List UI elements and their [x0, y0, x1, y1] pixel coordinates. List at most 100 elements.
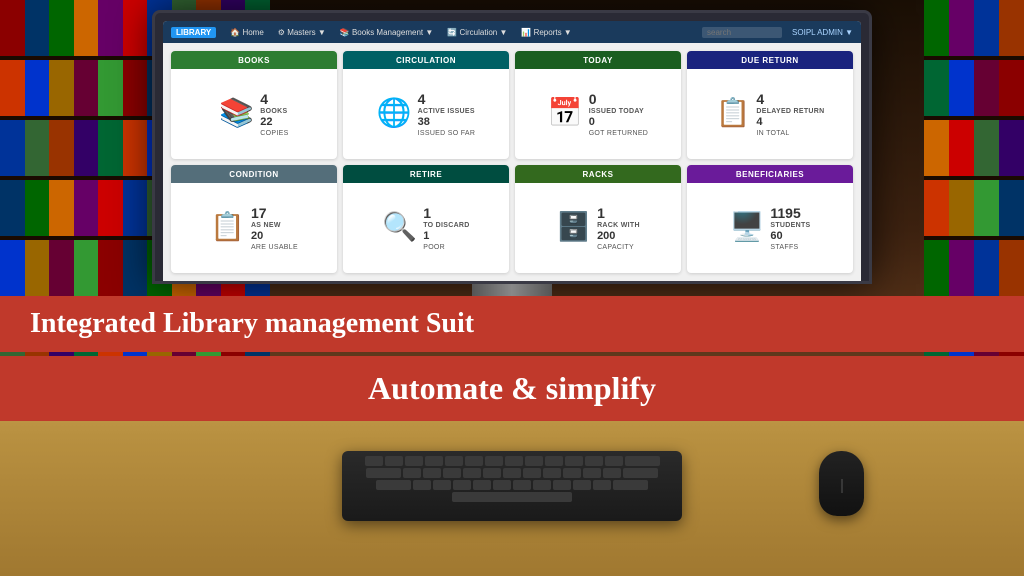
- nav-circulation[interactable]: 🔄 Circulation ▼: [441, 26, 513, 39]
- books-sub-label: COPIES: [260, 130, 288, 137]
- mouse-line: [841, 479, 842, 493]
- nav-user[interactable]: SOIPL ADMIN ▼: [792, 28, 853, 37]
- key-spacebar: [452, 492, 572, 502]
- circulation-number: 4: [418, 91, 426, 108]
- nav-home[interactable]: 🏠 Home: [224, 26, 270, 39]
- key: [473, 480, 491, 490]
- due-return-sub-label: IN TOTAL: [756, 130, 789, 137]
- key-tab: [366, 468, 401, 478]
- books-card: BOOKS 📚 4 BOOKS 22 COPIES: [171, 51, 337, 159]
- books-label: BOOKS: [260, 108, 287, 115]
- today-icon: 📅: [548, 99, 583, 127]
- beneficiaries-icon: 🖥️: [730, 213, 765, 241]
- retire-sub: 1: [423, 230, 429, 243]
- racks-icon: 🗄️: [556, 213, 591, 241]
- nav-books[interactable]: 📚 Books Management ▼: [334, 26, 439, 39]
- today-card-header: TODAY: [515, 51, 681, 69]
- beneficiaries-card-body: 🖥️ 1195 STUDENTS 60 STAFFS: [687, 183, 853, 273]
- condition-card: CONDITION 📋 17 AS NEW 20 ARE USABLE: [171, 165, 337, 273]
- beneficiaries-label: STUDENTS: [770, 222, 810, 229]
- due-return-number: 4: [756, 91, 764, 108]
- books-number: 4: [260, 91, 268, 108]
- key: [605, 456, 623, 466]
- condition-card-header: CONDITION: [171, 165, 337, 183]
- due-return-card-header: DUE RETURN: [687, 51, 853, 69]
- key: [613, 480, 648, 490]
- key: [523, 468, 541, 478]
- key: [583, 468, 601, 478]
- key: [425, 456, 443, 466]
- nav-reports[interactable]: 📊 Reports ▼: [515, 26, 577, 39]
- condition-label: AS NEW: [251, 222, 281, 229]
- racks-number: 1: [597, 205, 605, 222]
- monitor-screen: LIBRARY 🏠 Home ⚙ Masters ▼ 📚 Books Manag…: [163, 21, 861, 281]
- key: [463, 468, 481, 478]
- condition-sub: 20: [251, 230, 263, 243]
- nav-masters[interactable]: ⚙ Masters ▼: [272, 26, 332, 39]
- dashboard: BOOKS 📚 4 BOOKS 22 COPIES: [163, 43, 861, 281]
- banner-text-1: Integrated Library management Suit: [30, 308, 474, 339]
- condition-number: 17: [251, 205, 267, 222]
- key: [513, 480, 531, 490]
- today-sub-label: GOT RETURNED: [589, 130, 648, 137]
- books-card-header: BOOKS: [171, 51, 337, 69]
- banner-2: Automate & simplify: [0, 356, 1024, 421]
- key: [573, 480, 591, 490]
- books-icon: 📚: [219, 99, 254, 127]
- circulation-sub-label: ISSUED SO FAR: [418, 130, 476, 137]
- circulation-sub: 38: [418, 116, 430, 129]
- nav-logo: LIBRARY: [171, 27, 216, 38]
- key: [433, 480, 451, 490]
- racks-sub-label: CAPACITY: [597, 244, 634, 251]
- condition-icon: 📋: [210, 213, 245, 241]
- key: [543, 468, 561, 478]
- key: [553, 480, 571, 490]
- condition-sub-label: ARE USABLE: [251, 244, 298, 251]
- retire-card: RETIRE 🔍 1 TO DISCARD 1 POOR: [343, 165, 509, 273]
- key-backspace: [625, 456, 660, 466]
- due-return-card-body: 📋 4 DELAYED RETURN 4 IN TOTAL: [687, 69, 853, 159]
- key: [503, 468, 521, 478]
- key: [545, 456, 563, 466]
- key: [465, 456, 483, 466]
- due-return-icon: 📋: [716, 99, 751, 127]
- key: [493, 480, 511, 490]
- retire-sub-label: POOR: [423, 244, 445, 251]
- key: [405, 456, 423, 466]
- retire-card-body: 🔍 1 TO DISCARD 1 POOR: [343, 183, 509, 273]
- key: [485, 456, 503, 466]
- banner-text-2: Automate & simplify: [368, 370, 656, 406]
- monitor: LIBRARY 🏠 Home ⚙ Masters ▼ 📚 Books Manag…: [152, 10, 872, 316]
- due-return-card: DUE RETURN 📋 4 DELAYED RETURN 4 IN TOTAL: [687, 51, 853, 159]
- racks-card: RACKS 🗄️ 1 RACK WITH 200 CAPACITY: [515, 165, 681, 273]
- key: [403, 468, 421, 478]
- nav-bar: LIBRARY 🏠 Home ⚙ Masters ▼ 📚 Books Manag…: [163, 21, 861, 43]
- circulation-card-header: CIRCULATION: [343, 51, 509, 69]
- racks-label: RACK WITH: [597, 222, 640, 229]
- circulation-label: ACTIVE ISSUES: [418, 108, 475, 115]
- key-enter: [623, 468, 658, 478]
- retire-number: 1: [423, 205, 431, 222]
- key: [603, 468, 621, 478]
- today-sub: 0: [589, 116, 595, 129]
- key: [533, 480, 551, 490]
- racks-card-body: 🗄️ 1 RACK WITH 200 CAPACITY: [515, 183, 681, 273]
- key: [593, 480, 611, 490]
- banner-container: Integrated Library management Suit Autom…: [0, 296, 1024, 421]
- today-label: ISSUED TODAY: [589, 108, 644, 115]
- beneficiaries-number: 1195: [770, 205, 800, 222]
- key: [585, 456, 603, 466]
- key: [365, 456, 383, 466]
- key: [525, 456, 543, 466]
- today-card-body: 📅 0 ISSUED TODAY 0 GOT RETURNED: [515, 69, 681, 159]
- banner-1: Integrated Library management Suit: [0, 296, 1024, 352]
- circulation-card: CIRCULATION 🌐 4 ACTIVE ISSUES 38 ISSUED …: [343, 51, 509, 159]
- beneficiaries-sub-label: STAFFS: [770, 244, 798, 251]
- beneficiaries-card-header: BENEFICIARIES: [687, 165, 853, 183]
- monitor-screen-wrapper: LIBRARY 🏠 Home ⚙ Masters ▼ 📚 Books Manag…: [152, 10, 872, 284]
- retire-label: TO DISCARD: [423, 222, 469, 229]
- retire-card-header: RETIRE: [343, 165, 509, 183]
- search-input[interactable]: [702, 27, 782, 38]
- racks-card-header: RACKS: [515, 165, 681, 183]
- beneficiaries-card: BENEFICIARIES 🖥️ 1195 STUDENTS 60 STAFFS: [687, 165, 853, 273]
